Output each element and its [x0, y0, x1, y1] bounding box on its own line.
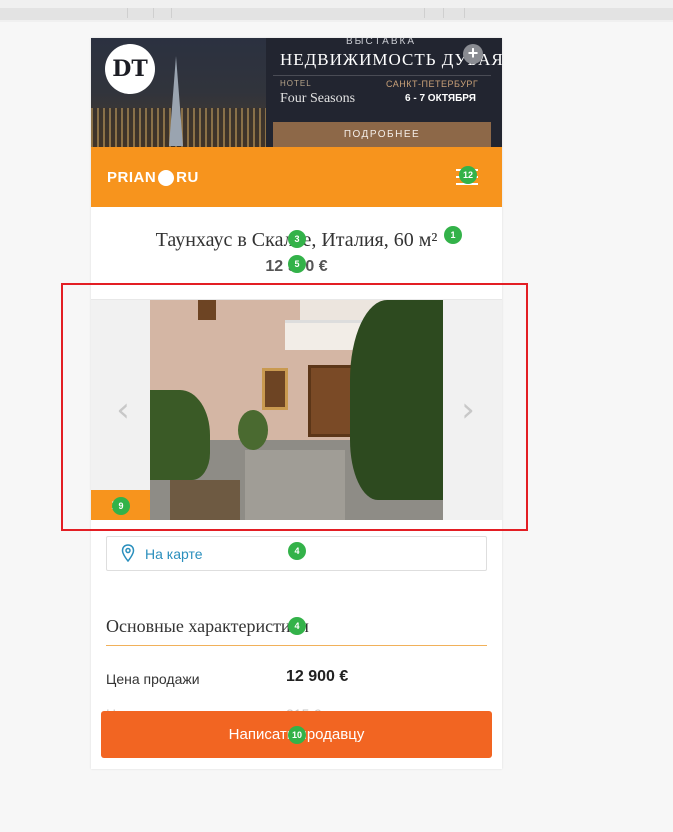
tab-divider — [127, 8, 128, 18]
banner-logo: DT — [105, 44, 155, 94]
ad-banner[interactable]: DT ВЫСТАВКА НЕДВИЖИМОСТЬ ДУБАЯ + HOTEL F… — [91, 38, 502, 147]
browser-top-strip — [0, 0, 673, 22]
banner-dates: 6 - 7 ОКТЯБРЯ — [405, 93, 476, 104]
tab-divider — [424, 8, 425, 18]
characteristic-key: Цена продажи — [106, 671, 200, 687]
marker-badge: 1 — [444, 226, 462, 244]
banner-more-button[interactable]: ПОДРОБНЕЕ — [273, 122, 491, 147]
marker-badge: 4 — [288, 542, 306, 560]
banner-exhibition-label: ВЫСТАВКА — [345, 38, 417, 47]
marker-badge: 10 — [288, 726, 306, 744]
characteristic-value: 12 900 € — [286, 668, 349, 685]
banner-divider — [273, 75, 491, 76]
map-button-label: На карте — [145, 546, 203, 562]
map-pin-icon — [121, 544, 135, 562]
brand-right: RU — [176, 169, 199, 186]
tab-strip — [0, 8, 673, 20]
marker-badge: 3 — [288, 230, 306, 248]
brand-dot-icon — [158, 169, 175, 186]
tab-divider — [153, 8, 154, 18]
plus-icon[interactable]: + — [463, 44, 483, 64]
marker-badge: 4 — [288, 617, 306, 635]
banner-hotel-label: HOTEL — [280, 79, 312, 88]
marker-badge: 12 — [459, 166, 477, 184]
banner-tower-shape — [169, 56, 183, 146]
tab-divider — [443, 8, 444, 18]
highlight-box — [61, 283, 528, 531]
banner-city: САНКТ-ПЕТЕРБУРГ — [386, 79, 479, 89]
marker-badge: 5 — [288, 255, 306, 273]
tab-divider — [171, 8, 172, 18]
brand-logo[interactable]: PRIAN RU — [107, 169, 199, 186]
marker-badge: 9 — [112, 497, 130, 515]
brand-left: PRIAN — [107, 169, 157, 186]
site-header: PRIAN RU — [91, 147, 502, 207]
banner-hotel-name: Four Seasons — [280, 91, 356, 106]
tab-divider — [464, 8, 465, 18]
